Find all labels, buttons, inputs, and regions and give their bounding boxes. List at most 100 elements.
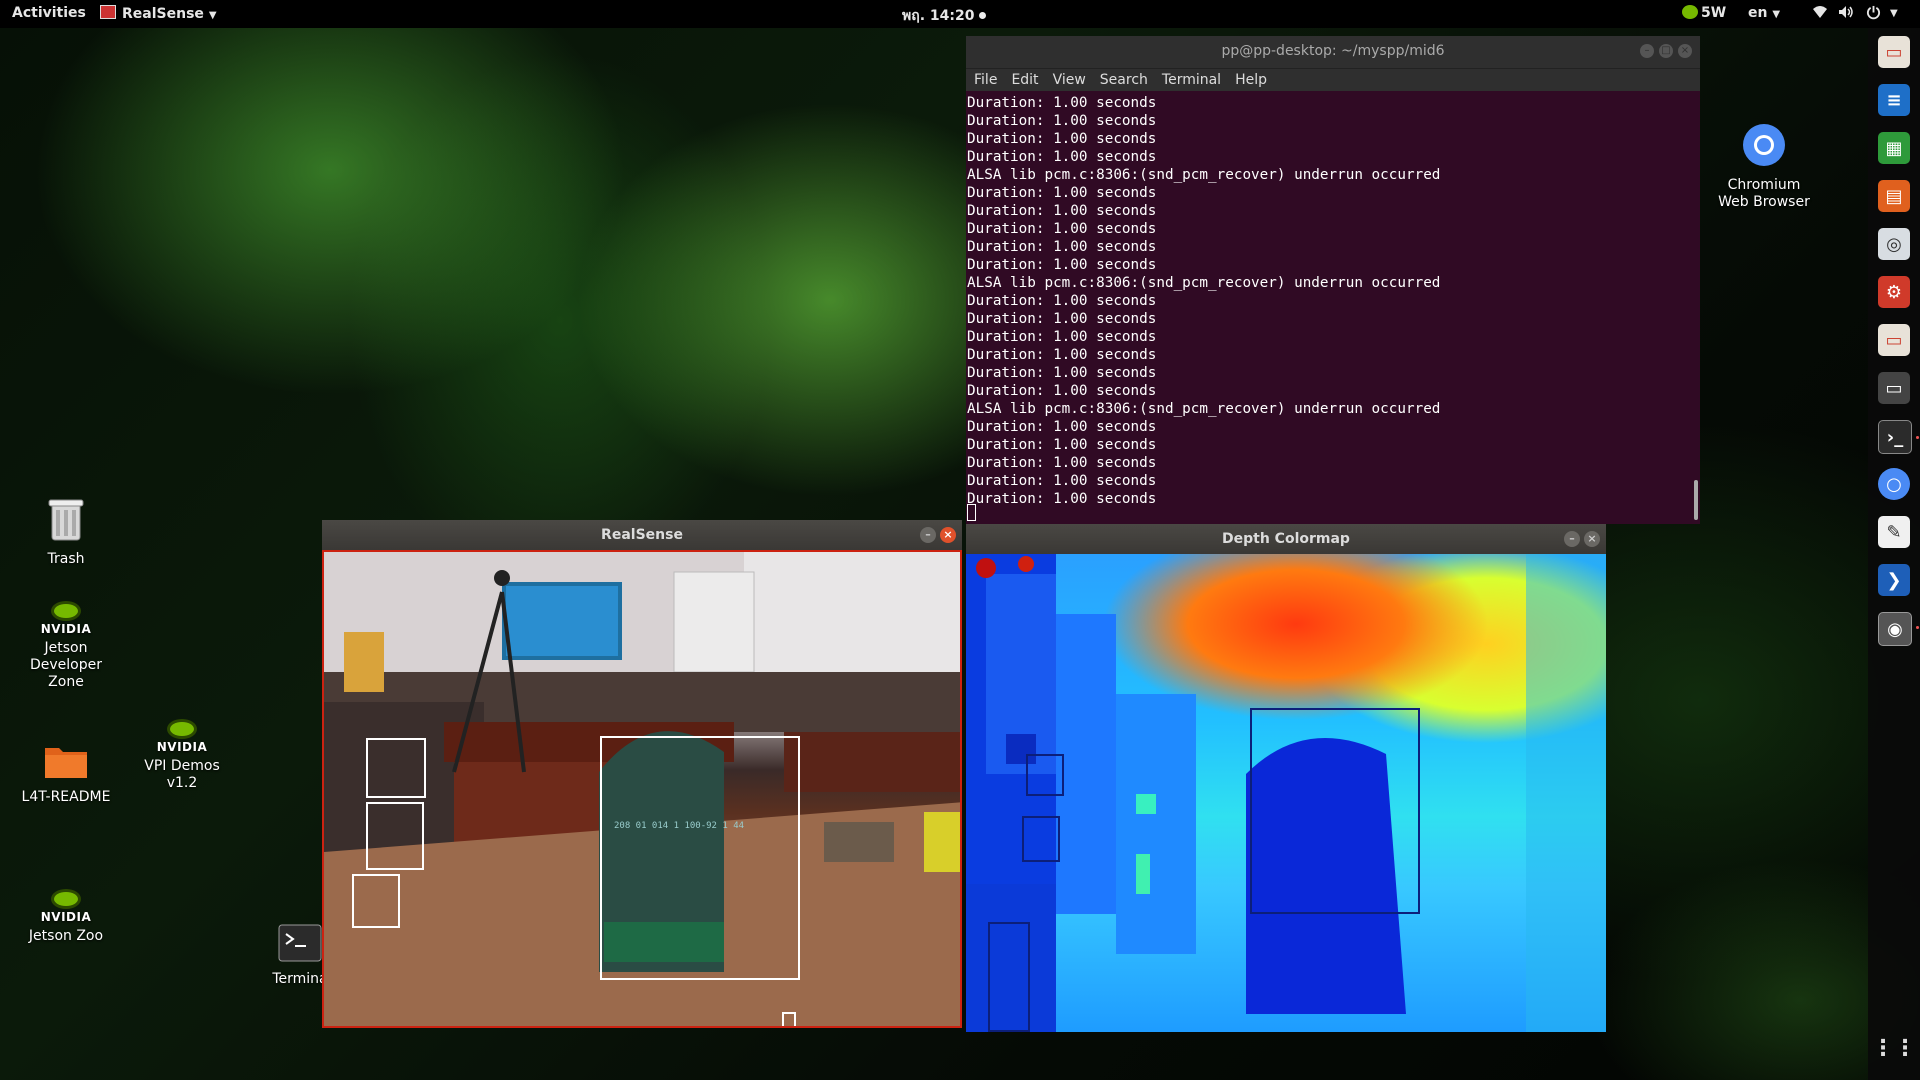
desktop-icon-label: Trash: [47, 551, 85, 567]
realsense-titlebar[interactable]: RealSense – ×: [322, 520, 962, 550]
terminal-line: Duration: 1.00 seconds: [967, 149, 1157, 165]
terminal-menubar: File Edit View Search Terminal Help: [966, 68, 1700, 91]
menu-view[interactable]: View: [1053, 72, 1086, 88]
desktop-icon-label: VPI Demos v1.2: [144, 758, 220, 791]
detection-box: [600, 736, 800, 980]
desktop-icon-label: Jetson Developer Zone: [29, 640, 102, 690]
text-editor-icon[interactable]: ✎: [1878, 516, 1910, 548]
chevron-down-icon: ▼: [1772, 9, 1781, 20]
terminal-line: Duration: 1.00 seconds: [967, 311, 1157, 327]
running-indicator: [1916, 436, 1919, 439]
trash-desktop-icon[interactable]: Trash: [18, 496, 114, 568]
chromium-icon: [1716, 122, 1812, 173]
menu-terminal[interactable]: Terminal: [1162, 72, 1221, 88]
detection-box: [1026, 754, 1064, 796]
terminal-line: Duration: 1.00 seconds: [967, 239, 1157, 255]
terminal-line: Duration: 1.00 seconds: [967, 383, 1157, 399]
nvidia-logo-icon: NVIDIA: [157, 718, 207, 756]
detection-box: [366, 738, 426, 798]
terminal-line: Duration: 1.00 seconds: [967, 203, 1157, 219]
terminal-scrollbar[interactable]: [1694, 480, 1698, 520]
desktop-icon-label: Jetson Zoo: [28, 928, 104, 944]
show-applications-icon[interactable]: ⋮⋮: [1872, 1032, 1916, 1064]
terminal-line: Duration: 1.00 seconds: [967, 131, 1157, 147]
close-icon[interactable]: ×: [1584, 531, 1600, 547]
terminal-line: Duration: 1.00 seconds: [967, 347, 1157, 363]
vpi-demos-desktop-icon[interactable]: NVIDIA VPI Demos v1.2: [134, 718, 230, 792]
window-title: Depth Colormap: [1222, 531, 1350, 547]
realsense-viewer-icon[interactable]: ◉: [1878, 612, 1912, 646]
chromium-desktop-icon[interactable]: Chromium Web Browser: [1716, 122, 1812, 211]
terminal-line: Duration: 1.00 seconds: [967, 293, 1157, 309]
jetson-zoo-desktop-icon[interactable]: NVIDIA Jetson Zoo: [18, 888, 114, 945]
close-icon[interactable]: ×: [940, 527, 956, 543]
detection-box: [366, 802, 424, 870]
volume-icon[interactable]: [1838, 5, 1854, 23]
terminal-line: ALSA lib pcm.c:8306:(snd_pcm_recover) un…: [967, 275, 1441, 291]
notification-dot-icon: [979, 12, 987, 19]
terminal-line: ALSA lib pcm.c:8306:(snd_pcm_recover) un…: [967, 401, 1441, 417]
chromium-icon[interactable]: ○: [1878, 468, 1910, 500]
archive-icon[interactable]: ▭: [1878, 324, 1910, 356]
terminal-line: Duration: 1.00 seconds: [967, 473, 1157, 489]
folder-icon: [18, 742, 114, 785]
nvidia-icon: [1682, 5, 1698, 19]
impress-icon[interactable]: ▤: [1878, 180, 1910, 212]
window-title: pp@pp-desktop: ~/myspp/mid6: [1221, 43, 1445, 59]
terminal-line: Duration: 1.00 seconds: [967, 221, 1157, 237]
terminal-line: Duration: 1.00 seconds: [967, 95, 1157, 111]
language-selector[interactable]: en ▼: [1748, 5, 1780, 21]
terminal-line: Duration: 1.00 seconds: [967, 437, 1157, 453]
depth-titlebar[interactable]: Depth Colormap – ×: [966, 524, 1606, 554]
depth-colormap-window[interactable]: Depth Colormap – ×: [966, 524, 1606, 1032]
terminal-titlebar[interactable]: pp@pp-desktop: ~/myspp/mid6 – □ ×: [966, 36, 1700, 68]
menu-file[interactable]: File: [974, 72, 997, 88]
terminal-line: Duration: 1.00 seconds: [967, 365, 1157, 381]
maximize-icon[interactable]: □: [1659, 44, 1673, 58]
menu-edit[interactable]: Edit: [1011, 72, 1038, 88]
wifi-icon[interactable]: [1812, 5, 1828, 23]
clock[interactable]: พฤ. 14:20: [902, 5, 987, 27]
files-icon[interactable]: ▭: [1878, 36, 1910, 68]
menu-search[interactable]: Search: [1100, 72, 1148, 88]
terminal-line: Duration: 1.00 seconds: [967, 113, 1157, 129]
power-icon[interactable]: [1866, 5, 1881, 24]
close-icon[interactable]: ×: [1678, 44, 1692, 58]
depth-frame: [966, 554, 1606, 1032]
chevron-down-icon[interactable]: ▼: [1890, 8, 1898, 19]
activities-button[interactable]: Activities: [12, 5, 86, 21]
l4t-readme-desktop-icon[interactable]: L4T-README: [18, 742, 114, 806]
minimize-icon[interactable]: –: [1564, 531, 1580, 547]
detection-box: [352, 874, 400, 928]
nvidia-logo-icon: NVIDIA: [41, 600, 91, 638]
clock-label: พฤ. 14:20: [902, 8, 975, 24]
terminal-window[interactable]: pp@pp-desktop: ~/myspp/mid6 – □ × File Ed…: [966, 36, 1700, 524]
calc-icon[interactable]: ▦: [1878, 132, 1910, 164]
display-icon[interactable]: ▭: [1878, 372, 1910, 404]
app-menu[interactable]: RealSense ▼: [100, 5, 217, 22]
detection-box: [1250, 708, 1420, 914]
menu-help[interactable]: Help: [1235, 72, 1267, 88]
screenshot-icon[interactable]: ◎: [1878, 228, 1910, 260]
power-mode-label: 5W: [1701, 5, 1727, 21]
power-mode-indicator[interactable]: 5W: [1682, 5, 1726, 21]
running-indicator: [1916, 626, 1919, 629]
terminal-line: Duration: 1.00 seconds: [967, 491, 1157, 507]
terminal-output[interactable]: Duration: 1.00 seconds Duration: 1.00 sec…: [966, 91, 1700, 508]
settings-icon[interactable]: ⚙: [1878, 276, 1910, 308]
window-title: RealSense: [601, 527, 683, 543]
detection-box: [988, 922, 1030, 1032]
vscode-icon[interactable]: ❯: [1878, 564, 1910, 596]
terminal-line: ALSA lib pcm.c:8306:(snd_pcm_recover) un…: [967, 167, 1441, 183]
realsense-window[interactable]: RealSense – × 208 01 014 1 100-92 1 44: [322, 520, 962, 1028]
nvidia-logo-icon: NVIDIA: [41, 888, 91, 926]
minimize-icon[interactable]: –: [1640, 44, 1654, 58]
terminal-icon[interactable]: ›_: [1878, 420, 1912, 454]
minimize-icon[interactable]: –: [920, 527, 936, 543]
writer-icon[interactable]: ≡: [1878, 84, 1910, 116]
terminal-line: Duration: 1.00 seconds: [967, 185, 1157, 201]
chevron-down-icon: ▼: [208, 10, 217, 21]
jetson-developer-zone-desktop-icon[interactable]: NVIDIA Jetson Developer Zone: [18, 600, 114, 691]
realsense-app-icon: [100, 5, 116, 19]
language-label: en: [1748, 5, 1768, 21]
